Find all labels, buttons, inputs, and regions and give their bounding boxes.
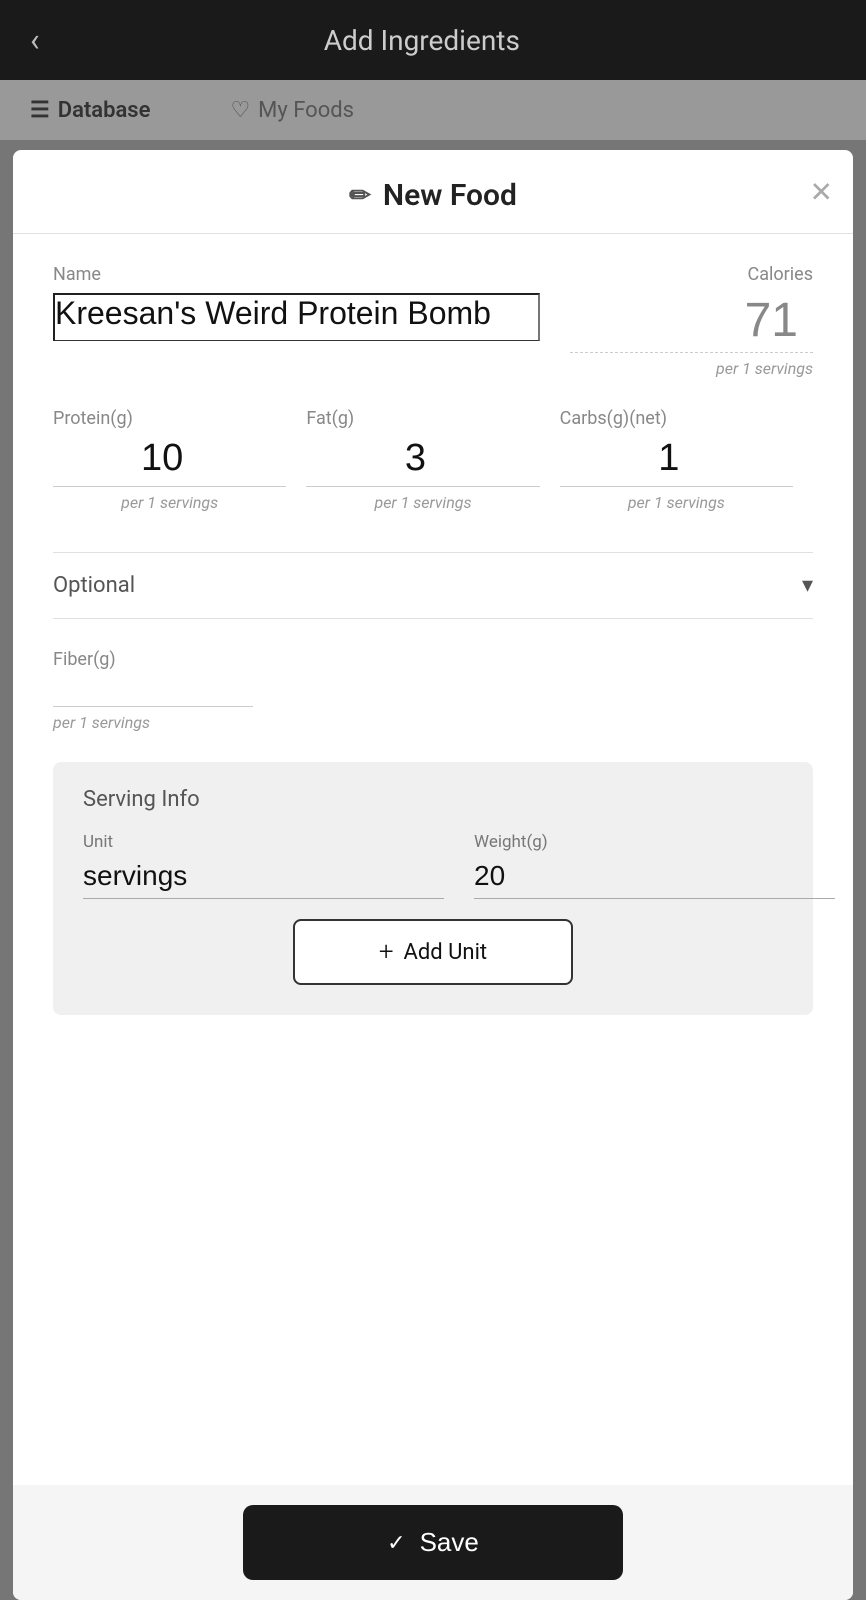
- check-icon: ✓: [387, 1530, 405, 1556]
- name-calories-row: Name Calories per 1 servings: [53, 264, 813, 378]
- modal-title-text: New Food: [383, 178, 517, 213]
- tab-myfoods-label: My Foods: [258, 98, 354, 123]
- fat-label: Fat(g): [306, 408, 539, 429]
- calories-per-servings: per 1 servings: [716, 359, 813, 378]
- weight-label: Weight(g): [474, 832, 835, 852]
- fiber-per-servings: per 1 servings: [53, 713, 150, 732]
- modal-header: ✏ New Food ✕: [13, 150, 853, 234]
- fat-per-servings: per 1 servings: [306, 493, 539, 512]
- add-unit-button[interactable]: + Add Unit: [293, 919, 573, 985]
- top-bar: ‹ Add Ingredients: [0, 0, 866, 80]
- tab-database[interactable]: ☰ Database: [30, 98, 150, 123]
- calories-input[interactable]: [570, 293, 813, 353]
- optional-label: Optional: [53, 573, 135, 598]
- protein-per-servings: per 1 servings: [53, 493, 286, 512]
- fiber-input[interactable]: [53, 670, 253, 698]
- macros-row: Protein(g) per 1 servings Fat(g) per 1 s…: [53, 408, 813, 512]
- calories-group: Calories per 1 servings: [570, 264, 813, 378]
- page-title: Add Ingredients: [60, 24, 784, 57]
- save-bar: ✓ Save: [13, 1485, 853, 1600]
- add-unit-label: Add Unit: [404, 940, 488, 965]
- carbs-input[interactable]: [560, 437, 793, 487]
- database-icon: ☰: [30, 98, 50, 123]
- carbs-per-servings: per 1 servings: [560, 493, 793, 512]
- optional-toggle[interactable]: Optional ▾: [53, 552, 813, 619]
- save-button[interactable]: ✓ Save: [243, 1505, 623, 1580]
- protein-input[interactable]: [53, 437, 286, 487]
- name-label: Name: [53, 264, 540, 285]
- modal-title: ✏ New Food: [349, 178, 517, 213]
- fiber-group: Fiber(g) per 1 servings: [53, 649, 813, 732]
- carbs-label: Carbs(g)(net): [560, 408, 793, 429]
- tab-database-label: Database: [58, 98, 151, 123]
- plus-icon: +: [379, 937, 394, 967]
- fiber-label: Fiber(g): [53, 649, 116, 670]
- serving-info-card: Serving Info Unit Weight(g) + Add Unit: [53, 762, 813, 1015]
- name-group: Name: [53, 264, 540, 378]
- calories-label: Calories: [748, 264, 813, 285]
- modal-body: Name Calories per 1 servings Protein(g) …: [13, 234, 853, 1485]
- unit-field: Unit: [83, 832, 444, 899]
- edit-icon: ✏: [349, 181, 371, 211]
- weight-input[interactable]: [474, 860, 835, 899]
- tab-myfoods[interactable]: ♡ My Foods: [230, 98, 354, 123]
- back-button[interactable]: ‹: [30, 21, 40, 59]
- serving-row: Unit Weight(g): [83, 832, 783, 899]
- fiber-input-row: [53, 670, 253, 707]
- name-input[interactable]: [53, 293, 540, 341]
- carbs-group: Carbs(g)(net) per 1 servings: [560, 408, 813, 512]
- unit-label: Unit: [83, 832, 444, 852]
- unit-input[interactable]: [83, 860, 444, 899]
- tab-bar: ☰ Database ♡ My Foods: [0, 80, 866, 140]
- fat-input[interactable]: [306, 437, 539, 487]
- serving-info-title: Serving Info: [83, 787, 783, 812]
- protein-label: Protein(g): [53, 408, 286, 429]
- heart-icon: ♡: [230, 98, 250, 123]
- new-food-modal: ✏ New Food ✕ Name Calories per 1 serving…: [13, 150, 853, 1600]
- save-label: Save: [420, 1527, 479, 1558]
- protein-group: Protein(g) per 1 servings: [53, 408, 306, 512]
- close-button[interactable]: ✕: [810, 175, 833, 208]
- fat-group: Fat(g) per 1 servings: [306, 408, 559, 512]
- chevron-down-icon: ▾: [802, 573, 813, 598]
- weight-field: Weight(g): [474, 832, 835, 899]
- modal-overlay: ✏ New Food ✕ Name Calories per 1 serving…: [0, 140, 866, 1600]
